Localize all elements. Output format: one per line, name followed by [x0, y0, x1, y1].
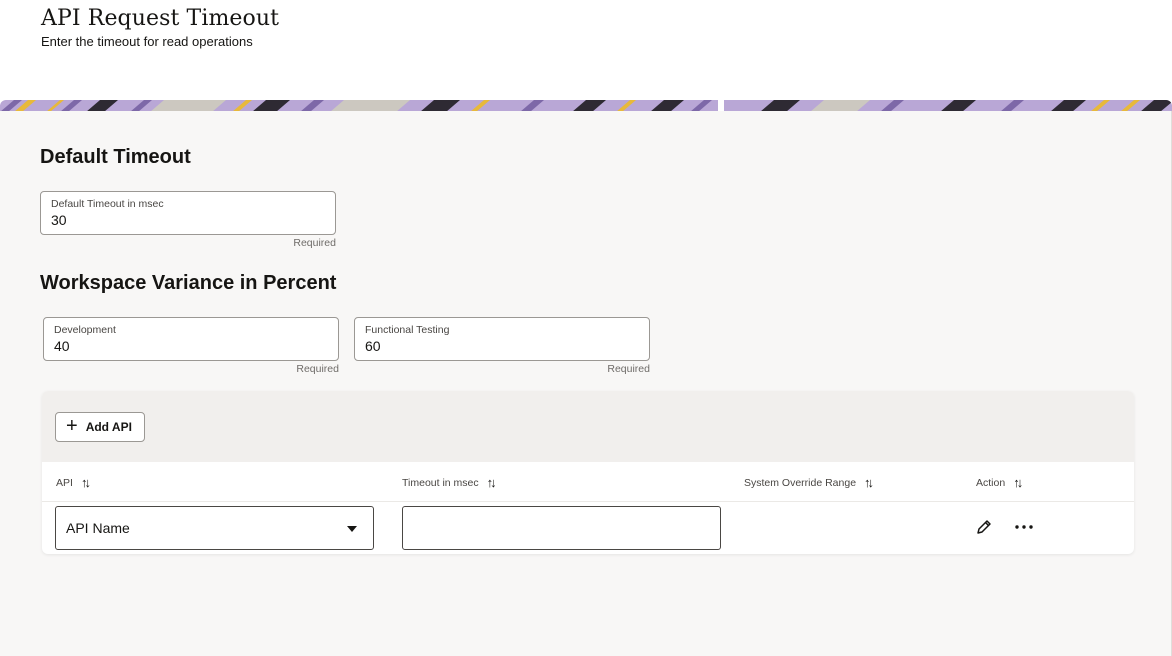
page-title: API Request Timeout — [41, 6, 280, 31]
content-area: Default Timeout Default Timeout in msec … — [0, 111, 1172, 656]
field-label: Functional Testing — [365, 324, 450, 336]
column-header-timeout[interactable]: Timeout in msec ↑↓ — [402, 475, 497, 490]
timeout-input[interactable] — [402, 506, 721, 550]
workspace-variance-heading: Workspace Variance in Percent — [40, 272, 337, 294]
field-label: Default Timeout in msec — [51, 198, 164, 210]
api-table: + Add API API ↑↓ Timeout in msec ↑↓ Syst… — [42, 391, 1134, 554]
functional-testing-input[interactable]: Functional Testing 60 — [354, 317, 650, 361]
required-hint: Required — [293, 237, 336, 249]
field-label: Development — [54, 324, 116, 336]
functional-testing-field[interactable]: Functional Testing 60 Required — [354, 317, 650, 375]
sort-icon[interactable]: ↑↓ — [487, 475, 497, 490]
field-value: 30 — [51, 212, 67, 228]
sort-icon[interactable]: ↑↓ — [864, 475, 874, 490]
required-hint: Required — [296, 363, 339, 375]
add-api-button[interactable]: + Add API — [55, 412, 145, 442]
pencil-icon[interactable] — [973, 516, 995, 538]
required-hint: Required — [607, 363, 650, 375]
column-header-override-range[interactable]: System Override Range ↑↓ — [744, 475, 874, 490]
default-timeout-field[interactable]: Default Timeout in msec 30 Required — [40, 191, 336, 249]
select-value: API Name — [66, 520, 130, 536]
page-subtitle: Enter the timeout for read operations — [41, 34, 253, 49]
development-field[interactable]: Development 40 Required — [43, 317, 339, 375]
api-name-select[interactable]: API Name — [55, 506, 374, 550]
default-timeout-heading: Default Timeout — [40, 146, 191, 168]
field-value: 40 — [54, 338, 70, 354]
development-input[interactable]: Development 40 — [43, 317, 339, 361]
default-timeout-input[interactable]: Default Timeout in msec 30 — [40, 191, 336, 235]
table-toolbar: + Add API — [42, 391, 1134, 462]
column-header-action[interactable]: Action ↑↓ — [976, 475, 1023, 490]
add-api-label: Add API — [85, 420, 132, 434]
column-header-api[interactable]: API ↑↓ — [56, 475, 91, 490]
sort-icon[interactable]: ↑↓ — [1013, 475, 1023, 490]
page-header: API Request Timeout Enter the timeout fo… — [41, 6, 279, 49]
table-header: API ↑↓ Timeout in msec ↑↓ System Overrid… — [42, 462, 1134, 502]
sort-icon[interactable]: ↑↓ — [81, 475, 91, 490]
plus-icon: + — [66, 415, 78, 437]
table-row: API Name — [42, 502, 1134, 554]
more-horizontal-icon[interactable] — [1013, 516, 1035, 538]
caret-down-icon[interactable] — [347, 526, 357, 532]
field-value: 60 — [365, 338, 381, 354]
